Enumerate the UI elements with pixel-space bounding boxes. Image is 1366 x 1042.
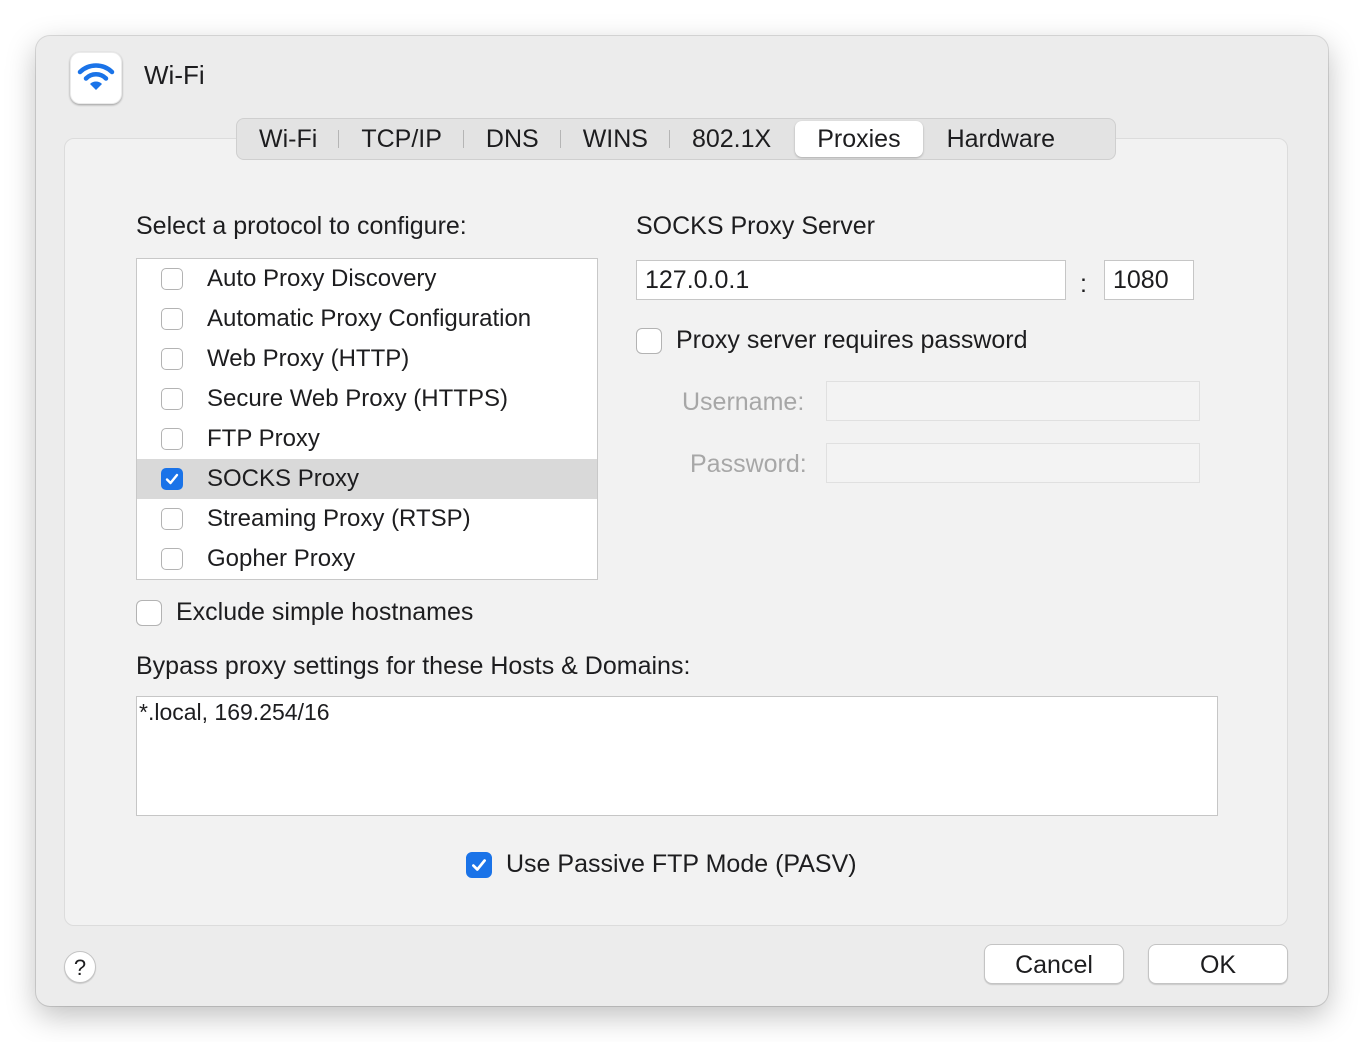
tab-bar: Wi-Fi TCP/IP DNS WINS 802.1X Proxies Har… [236,118,1116,160]
tab-hardware[interactable]: Hardware [925,121,1077,157]
protocol-socks-proxy[interactable]: SOCKS Proxy [137,459,597,499]
protocol-automatic-proxy-configuration[interactable]: Automatic Proxy Configuration [137,299,597,339]
protocol-checkbox[interactable] [161,428,183,450]
protocol-gopher-proxy[interactable]: Gopher Proxy [137,539,597,579]
exclude-simple-hostnames-checkbox[interactable] [136,599,162,626]
protocol-ftp-proxy[interactable]: FTP Proxy [137,419,597,459]
bypass-label: Bypass proxy settings for these Hosts & … [136,652,691,680]
protocol-secure-web-proxy-https[interactable]: Secure Web Proxy (HTTPS) [137,379,597,419]
bypass-hosts-textarea[interactable]: *.local, 169.254/16 [136,696,1218,816]
tab-tcpip[interactable]: TCP/IP [339,121,464,157]
protocol-auto-proxy-discovery[interactable]: Auto Proxy Discovery [137,259,597,299]
protocol-checkbox[interactable] [161,468,183,490]
tab-wins[interactable]: WINS [561,121,671,157]
protocol-label: Secure Web Proxy (HTTPS) [207,385,508,412]
protocol-streaming-proxy-rtsp[interactable]: Streaming Proxy (RTSP) [137,499,597,539]
protocol-list-heading: Select a protocol to configure: [136,212,467,240]
tab-proxies[interactable]: Proxies [795,121,923,157]
proxy-port-field[interactable]: 1080 [1104,260,1194,300]
protocol-checkbox[interactable] [161,308,183,330]
window-title: Wi-Fi [144,60,205,90]
requires-password-checkbox[interactable] [636,327,662,354]
protocol-checkbox[interactable] [161,548,183,570]
server-heading: SOCKS Proxy Server [636,212,875,240]
passive-ftp-checkbox[interactable] [466,851,492,878]
password-field[interactable] [826,443,1200,483]
protocol-label: Streaming Proxy (RTSP) [207,505,471,532]
tab-wifi[interactable]: Wi-Fi [237,121,340,157]
protocol-label: Auto Proxy Discovery [207,265,437,292]
checkmark-icon [472,858,486,871]
cancel-button[interactable]: Cancel [984,944,1124,984]
ok-button[interactable]: OK [1148,944,1288,984]
checkmark-icon [165,473,179,485]
requires-password-option[interactable]: Proxy server requires password [636,326,1028,355]
wifi-icon [70,52,122,104]
tab-dns[interactable]: DNS [464,121,561,157]
protocol-checkbox[interactable] [161,348,183,370]
protocol-label: Web Proxy (HTTP) [207,345,410,372]
protocol-list[interactable]: Auto Proxy Discovery Automatic Proxy Con… [136,258,598,580]
protocol-label: Automatic Proxy Configuration [207,305,532,332]
protocol-checkbox[interactable] [161,268,183,290]
passive-ftp-option[interactable]: Use Passive FTP Mode (PASV) [466,850,857,879]
protocol-label: FTP Proxy [207,425,320,452]
protocol-label: SOCKS Proxy [207,465,360,492]
password-label: Password: [690,450,807,478]
exclude-simple-hostnames-option[interactable]: Exclude simple hostnames [136,598,473,627]
requires-password-label: Proxy server requires password [676,326,1028,354]
username-field[interactable] [826,381,1200,421]
protocol-checkbox[interactable] [161,388,183,410]
protocol-web-proxy-http[interactable]: Web Proxy (HTTP) [137,339,597,379]
username-label: Username: [682,388,805,416]
help-button[interactable]: ? [64,951,96,983]
network-settings-window: Wi-Fi Wi-Fi TCP/IP DNS WINS 802.1X Proxi… [36,36,1328,1006]
tab-8021x[interactable]: 802.1X [670,121,793,157]
protocol-checkbox[interactable] [161,508,183,530]
protocol-label: Gopher Proxy [207,545,356,572]
passive-ftp-label: Use Passive FTP Mode (PASV) [506,850,857,878]
exclude-simple-hostnames-label: Exclude simple hostnames [176,598,474,626]
port-separator: : [1080,270,1087,298]
proxy-host-field[interactable]: 127.0.0.1 [636,260,1066,300]
